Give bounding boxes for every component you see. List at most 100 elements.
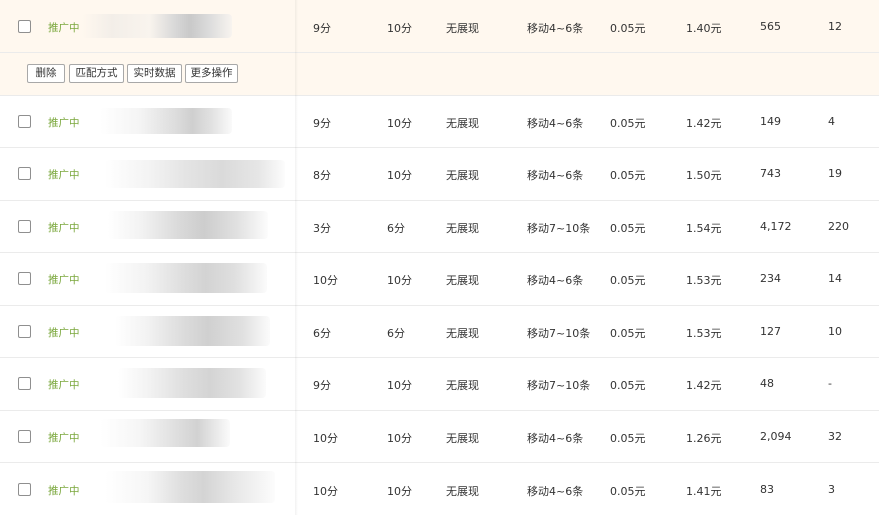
quality-score-pc: 10分 (313, 274, 338, 287)
min-bid: 0.05元 (610, 117, 646, 130)
mobile-rank: 移动4~6条 (527, 432, 584, 445)
table-row[interactable]: 推广中 10分 10分 无展现 移动4~6条 0.05元 1.26元 2,094… (0, 411, 879, 463)
delete-button[interactable]: 删除 (27, 64, 65, 83)
min-bid: 0.05元 (610, 222, 646, 235)
impressions: 127 (760, 325, 781, 338)
impressions: 2,094 (760, 430, 792, 443)
clicks: 32 (828, 430, 842, 443)
status-label: 推广中 (48, 485, 80, 497)
pc-rank: 无展现 (446, 379, 479, 392)
table-row[interactable]: 推广中 10分 10分 无展现 移动4~6条 0.05元 1.53元 234 1… (0, 253, 879, 306)
redacted-keyword (105, 160, 285, 188)
quality-score-mobile: 10分 (387, 485, 412, 498)
pc-rank: 无展现 (446, 22, 479, 35)
redacted-keyword (115, 316, 270, 346)
pc-rank: 无展现 (446, 117, 479, 130)
impressions: 743 (760, 167, 781, 180)
status-label: 推广中 (48, 432, 80, 444)
min-bid: 0.05元 (610, 485, 646, 498)
table-row[interactable]: 推广中 8分 10分 无展现 移动4~6条 0.05元 1.50元 743 19 (0, 148, 879, 201)
status-label: 推广中 (48, 169, 80, 181)
impressions: 149 (760, 115, 781, 128)
table-row[interactable]: 推广中 9分 10分 无展现 移动4~6条 0.05元 1.42元 149 4 (0, 96, 879, 148)
quality-score-mobile: 10分 (387, 379, 412, 392)
mobile-rank: 移动7~10条 (527, 222, 591, 235)
status-label: 推广中 (48, 379, 80, 391)
clicks: 4 (828, 115, 835, 128)
clicks: 12 (828, 20, 842, 33)
redacted-keyword (105, 471, 275, 503)
row-checkbox[interactable] (18, 167, 31, 180)
bid-price[interactable]: 1.53元 (686, 325, 722, 341)
bid-price[interactable]: 1.50元 (686, 167, 722, 183)
min-bid: 0.05元 (610, 379, 646, 392)
table-row[interactable]: 推广中 9分 10分 无展现 移动4~6条 0.05元 1.40元 565 12 (0, 0, 879, 53)
quality-score-pc: 9分 (313, 117, 331, 130)
keyword-table: 推广中 9分 10分 无展现 移动4~6条 0.05元 1.40元 565 12… (0, 0, 879, 515)
min-bid: 0.05元 (610, 327, 646, 340)
bid-price[interactable]: 1.42元 (686, 115, 722, 131)
redacted-keyword (105, 263, 267, 293)
match-mode-button[interactable]: 匹配方式 (69, 64, 124, 83)
row-checkbox[interactable] (18, 220, 31, 233)
bid-price[interactable]: 1.42元 (686, 377, 722, 393)
clicks: 220 (828, 220, 849, 233)
status-label: 推广中 (48, 274, 80, 286)
row-action-bar: 删除 匹配方式 实时数据 更多操作 (0, 53, 879, 96)
row-checkbox[interactable] (18, 430, 31, 443)
pc-rank: 无展现 (446, 169, 479, 182)
pc-rank: 无展现 (446, 485, 479, 498)
bid-price[interactable]: 1.54元 (686, 220, 722, 236)
min-bid: 0.05元 (610, 169, 646, 182)
row-checkbox[interactable] (18, 325, 31, 338)
quality-score-mobile: 6分 (387, 327, 405, 340)
quality-score-pc: 9分 (313, 22, 331, 35)
quality-score-pc: 3分 (313, 222, 331, 235)
impressions: 48 (760, 377, 774, 390)
quality-score-pc: 6分 (313, 327, 331, 340)
redacted-keyword (100, 108, 232, 134)
clicks: 19 (828, 167, 842, 180)
clicks: 14 (828, 272, 842, 285)
quality-score-mobile: 10分 (387, 274, 412, 287)
row-checkbox[interactable] (18, 115, 31, 128)
redacted-keyword (108, 211, 268, 239)
quality-score-mobile: 10分 (387, 169, 412, 182)
more-actions-button[interactable]: 更多操作 (185, 64, 238, 83)
row-checkbox[interactable] (18, 483, 31, 496)
pc-rank: 无展现 (446, 432, 479, 445)
clicks: - (828, 377, 832, 390)
redacted-keyword (100, 419, 230, 447)
bid-price[interactable]: 1.53元 (686, 272, 722, 288)
clicks: 3 (828, 483, 835, 496)
min-bid: 0.05元 (610, 432, 646, 445)
mobile-rank: 移动4~6条 (527, 485, 584, 498)
mobile-rank: 移动7~10条 (527, 327, 591, 340)
realtime-data-button[interactable]: 实时数据 (127, 64, 182, 83)
impressions: 234 (760, 272, 781, 285)
quality-score-pc: 10分 (313, 432, 338, 445)
quality-score-mobile: 10分 (387, 22, 412, 35)
status-label: 推广中 (48, 117, 80, 129)
table-row[interactable]: 推广中 9分 10分 无展现 移动7~10条 0.05元 1.42元 48 - (0, 358, 879, 411)
mobile-rank: 移动4~6条 (527, 22, 584, 35)
row-checkbox[interactable] (18, 272, 31, 285)
table-row[interactable]: 推广中 3分 6分 无展现 移动7~10条 0.05元 1.54元 4,172 … (0, 201, 879, 253)
table-row[interactable]: 推广中 10分 10分 无展现 移动4~6条 0.05元 1.41元 83 3 (0, 463, 879, 515)
status-label: 推广中 (48, 222, 80, 234)
row-checkbox[interactable] (18, 20, 31, 33)
bid-price[interactable]: 1.41元 (686, 483, 722, 499)
impressions: 83 (760, 483, 774, 496)
mobile-rank: 移动4~6条 (527, 274, 584, 287)
bid-price[interactable]: 1.26元 (686, 430, 722, 446)
clicks: 10 (828, 325, 842, 338)
table-row[interactable]: 推广中 6分 6分 无展现 移动7~10条 0.05元 1.53元 127 10 (0, 306, 879, 358)
mobile-rank: 移动4~6条 (527, 117, 584, 130)
mobile-rank: 移动7~10条 (527, 379, 591, 392)
pc-rank: 无展现 (446, 222, 479, 235)
row-checkbox[interactable] (18, 377, 31, 390)
quality-score-pc: 9分 (313, 379, 331, 392)
pc-rank: 无展现 (446, 274, 479, 287)
bid-price[interactable]: 1.40元 (686, 20, 722, 36)
redacted-keyword (118, 368, 266, 398)
